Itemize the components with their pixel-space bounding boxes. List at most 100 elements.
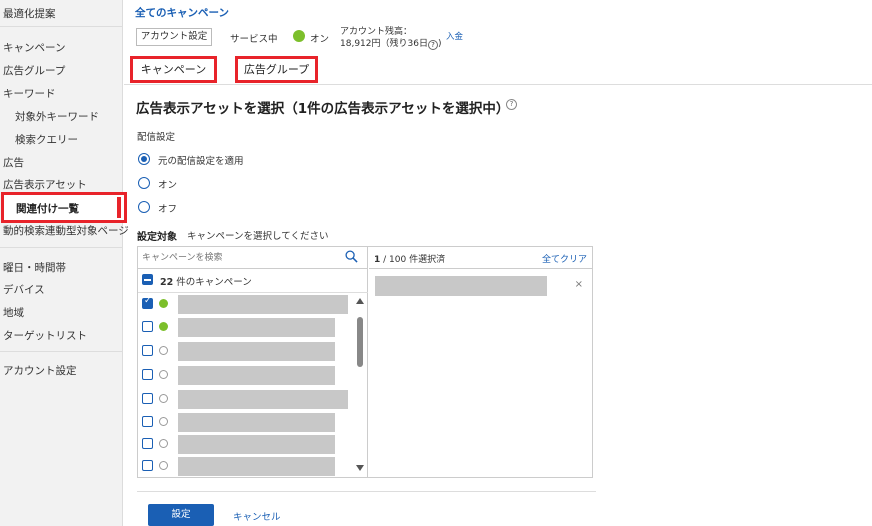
campaign-name-redacted bbox=[178, 390, 348, 409]
sidebar-item-associations-label: 関連付け一覧 bbox=[16, 203, 79, 215]
list-item[interactable] bbox=[138, 433, 353, 455]
tab-ad-group[interactable]: 広告グループ bbox=[235, 56, 318, 83]
tab-campaign[interactable]: キャンペーン bbox=[130, 56, 217, 83]
status-inactive-icon bbox=[159, 370, 168, 379]
campaign-list-pane: 22 件のキャンペーン bbox=[138, 247, 368, 477]
sidebar-item-ad-assets[interactable]: 広告表示アセット bbox=[3, 177, 87, 192]
campaign-count: 22 件のキャンペーン bbox=[160, 274, 252, 288]
radio-apply-original-label: 元の配信設定を適用 bbox=[158, 156, 244, 167]
status-active-icon bbox=[159, 322, 168, 331]
sidebar-item-keyword[interactable]: キーワード bbox=[3, 86, 56, 101]
campaign-name-redacted bbox=[178, 295, 348, 314]
status-inactive-icon bbox=[159, 461, 168, 470]
sidebar-item-dynamic-search-pages[interactable]: 動的検索連動型対象ページ bbox=[3, 223, 129, 238]
status-inactive-icon bbox=[159, 346, 168, 355]
service-label: サービス中 bbox=[230, 34, 278, 45]
radio-off[interactable] bbox=[138, 201, 150, 213]
question-circle-icon: ? bbox=[427, 40, 438, 50]
campaign-count-suffix: 件のキャンペーン bbox=[176, 277, 252, 288]
target-label: 設定対象 bbox=[137, 232, 177, 243]
row-checkbox[interactable] bbox=[142, 438, 153, 449]
campaign-count-number: 22 bbox=[160, 277, 174, 288]
sidebar-item-target-list[interactable]: ターゲットリスト bbox=[3, 328, 87, 343]
delivery-settings-label: 配信設定 bbox=[137, 132, 176, 143]
list-item[interactable] bbox=[138, 411, 353, 433]
radio-off-label: オフ bbox=[158, 204, 178, 215]
service-state: オン bbox=[310, 34, 330, 45]
sidebar-item-ad[interactable]: 広告 bbox=[3, 155, 24, 170]
radio-on[interactable] bbox=[138, 177, 150, 189]
row-checkbox[interactable] bbox=[142, 296, 153, 309]
balance-amount: 18,912円（残り36日 bbox=[340, 39, 428, 49]
sidebar-item-ad-group[interactable]: 広告グループ bbox=[3, 63, 65, 78]
scroll-up-icon[interactable] bbox=[356, 298, 364, 304]
row-checkbox[interactable] bbox=[142, 393, 153, 404]
sidebar-item-region[interactable]: 地域 bbox=[3, 305, 24, 320]
sidebar-divider bbox=[0, 26, 123, 27]
status-inactive-icon bbox=[159, 439, 168, 448]
scrollbar[interactable] bbox=[354, 293, 366, 477]
target-hint: キャンペーンを選択してください bbox=[187, 231, 329, 242]
sidebar: 最適化提案 キャンペーン 広告グループ キーワード 対象外キーワード 検索クエリ… bbox=[0, 0, 129, 526]
sidebar-item-account-settings[interactable]: アカウント設定 bbox=[3, 363, 77, 378]
campaign-search-input[interactable] bbox=[142, 250, 337, 266]
selected-count-total: / 100 件選択済 bbox=[383, 255, 446, 265]
row-checkbox[interactable] bbox=[142, 369, 153, 380]
active-indicator bbox=[117, 197, 121, 218]
close-icon[interactable]: × bbox=[575, 279, 583, 290]
scroll-thumb[interactable] bbox=[357, 317, 363, 367]
campaign-name-redacted bbox=[178, 457, 335, 476]
list-item[interactable] bbox=[138, 316, 353, 338]
radio-on-label: オン bbox=[158, 180, 178, 191]
selected-count-number: 1 bbox=[374, 255, 381, 265]
sidebar-item-device[interactable]: デバイス bbox=[3, 282, 45, 297]
sidebar-divider bbox=[0, 247, 123, 248]
list-item[interactable] bbox=[138, 340, 353, 362]
sidebar-item-day-time[interactable]: 曜日・時間帯 bbox=[3, 260, 66, 275]
row-checkbox[interactable] bbox=[142, 416, 153, 427]
sidebar-item-search-query[interactable]: 検索クエリー bbox=[15, 132, 78, 147]
status-on-icon bbox=[293, 30, 305, 42]
row-checkbox[interactable] bbox=[142, 345, 153, 356]
sidebar-item-campaign[interactable]: キャンペーン bbox=[3, 40, 65, 55]
footer-divider bbox=[137, 491, 596, 492]
campaign-name-redacted bbox=[178, 318, 335, 337]
list-item[interactable] bbox=[138, 455, 353, 477]
balance-value: 18,912円（残り36日?) bbox=[340, 39, 442, 50]
list-item[interactable] bbox=[138, 364, 353, 386]
campaign-name-redacted bbox=[178, 413, 335, 432]
campaign-name-redacted bbox=[178, 342, 335, 361]
status-active-icon bbox=[159, 299, 168, 308]
account-settings-button[interactable]: アカウント設定 bbox=[136, 28, 212, 46]
sidebar-item-associations[interactable]: 関連付け一覧 bbox=[1, 192, 127, 223]
list-item[interactable] bbox=[138, 293, 353, 315]
search-icon[interactable] bbox=[345, 250, 358, 263]
campaign-picker: 22 件のキャンペーン bbox=[137, 246, 593, 478]
cancel-button[interactable]: キャンセル bbox=[233, 509, 281, 523]
selected-header: 1 / 100 件選択済 全てクリア bbox=[369, 247, 593, 269]
deposit-link[interactable]: 入金 bbox=[446, 30, 463, 42]
breadcrumb[interactable]: 全てのキャンペーン bbox=[135, 5, 229, 20]
select-all-row[interactable]: 22 件のキャンペーン bbox=[138, 269, 368, 293]
scroll-down-icon[interactable] bbox=[356, 465, 364, 471]
selected-pane: 1 / 100 件選択済 全てクリア × bbox=[369, 247, 593, 477]
status-inactive-icon bbox=[159, 417, 168, 426]
row-checkbox[interactable] bbox=[142, 460, 153, 471]
set-button[interactable]: 設定 bbox=[148, 504, 214, 526]
sidebar-item-negative-keyword[interactable]: 対象外キーワード bbox=[15, 109, 99, 124]
clear-all-link[interactable]: 全てクリア bbox=[542, 252, 587, 265]
selected-count: 1 / 100 件選択済 bbox=[374, 252, 445, 265]
help-icon[interactable]: ? bbox=[506, 99, 517, 110]
list-item[interactable] bbox=[138, 388, 353, 410]
tab-divider bbox=[124, 84, 872, 85]
campaign-name-redacted bbox=[178, 435, 335, 454]
sidebar-item-optimization[interactable]: 最適化提案 bbox=[3, 6, 56, 21]
campaign-name-redacted bbox=[178, 366, 335, 385]
selected-item-redacted bbox=[375, 276, 547, 296]
row-checkbox[interactable] bbox=[142, 321, 153, 332]
status-inactive-icon bbox=[159, 394, 168, 403]
radio-apply-original[interactable] bbox=[138, 153, 150, 165]
main-content: 全てのキャンペーン アカウント設定 サービス中 オン アカウント残高： 18,9… bbox=[124, 0, 872, 526]
search-box bbox=[138, 247, 368, 269]
select-all-checkbox[interactable] bbox=[142, 274, 153, 285]
